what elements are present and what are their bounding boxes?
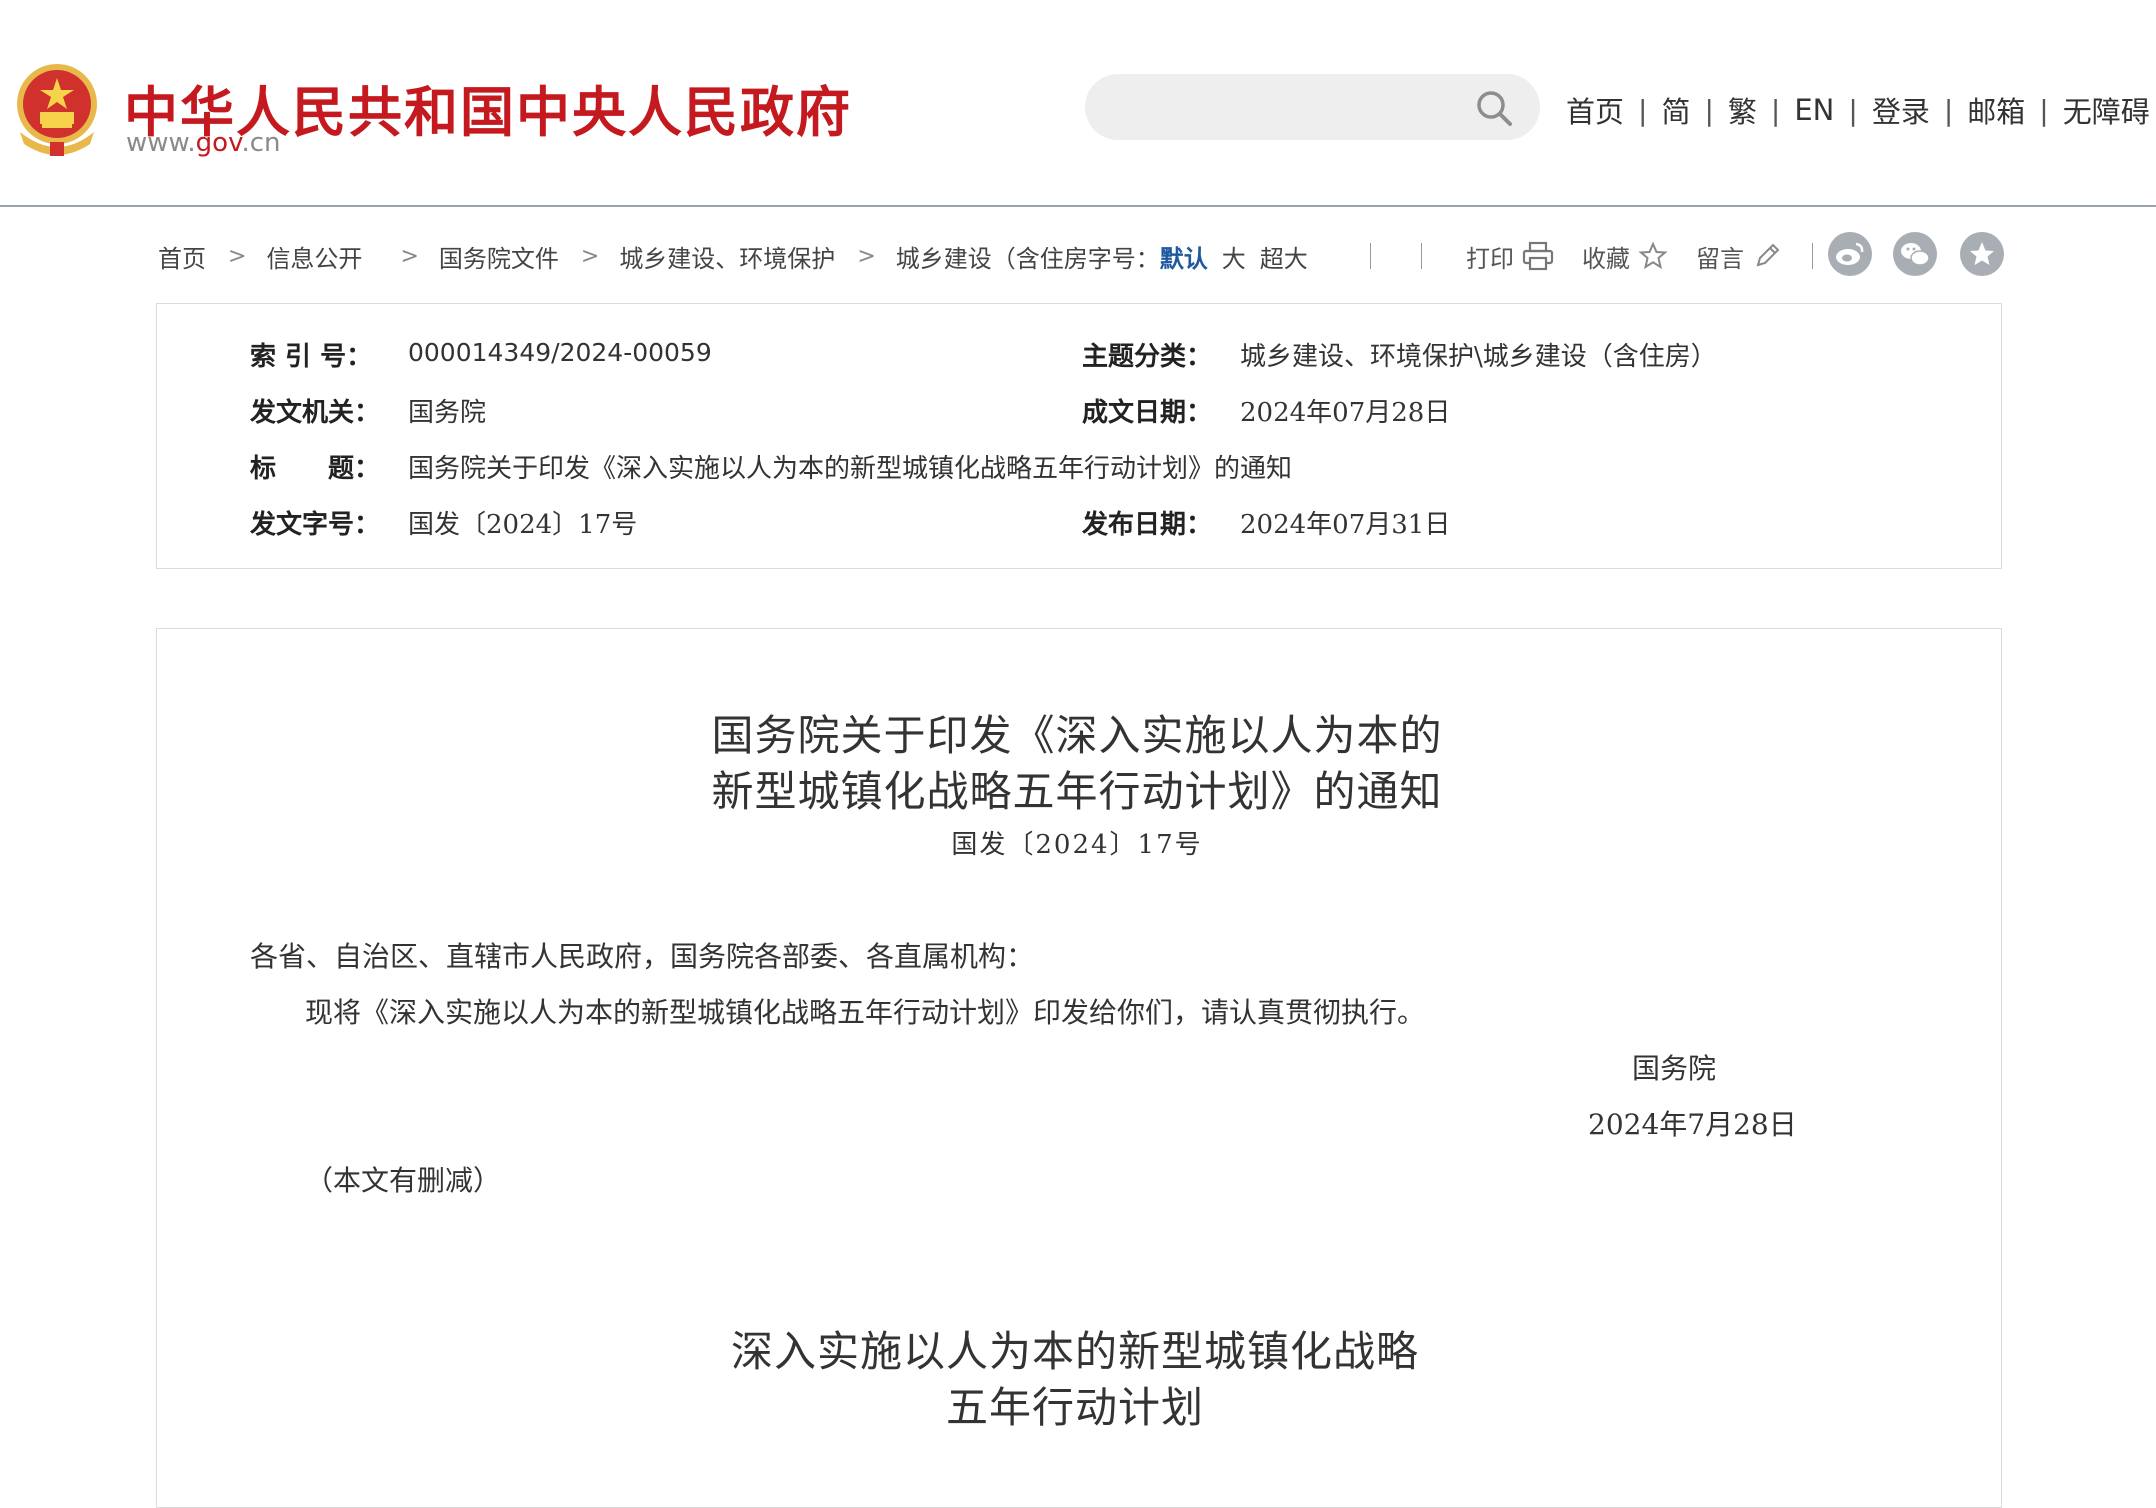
comment-button[interactable]: 留言 [1696,239,1782,274]
nav-home[interactable]: 首页 [1566,89,1624,131]
url-prefix: www. [126,128,196,158]
chevron-right-icon: > [580,243,600,269]
written-date-label: 成文日期： [1082,398,1213,428]
nav-separator: | [1638,93,1648,127]
signature-date: 2024年7月28日 [1588,1108,1797,1141]
url-suffix: .cn [241,128,281,158]
article-title-line-2: 新型城镇化战略五年行动计划》的通知 [711,767,1443,816]
favorite-label: 收藏 [1582,244,1630,273]
title-value: 国务院关于印发《深入实施以人为本的新型城镇化战略五年行动计划》的通知 [408,454,1293,484]
tools-divider [1421,243,1422,269]
nav-accessibility[interactable]: 无障碍 [2063,89,2150,131]
issuer-value: 国务院 [408,398,487,428]
chevron-right-icon: > [857,243,876,269]
search-box[interactable] [1085,74,1540,140]
font-size-xlarge[interactable]: 超大 [1260,239,1308,274]
site-header: 中华人民共和国中央人民政府 www.gov.cn 首页 | 简 | 繁 | EN… [0,0,2156,207]
signature: 国务院 [1632,1052,1717,1085]
nav-mail[interactable]: 邮箱 [1967,89,2025,131]
weibo-icon[interactable] [1828,232,1872,276]
nav-separator: | [2039,93,2049,127]
doc-number-value: 国发〔2024〕17号 [408,510,638,540]
chevron-right-icon: > [400,243,419,269]
comment-label: 留言 [1696,244,1744,273]
tools-divider [1812,243,1813,269]
nav-separator: | [1848,93,1858,127]
nav-simplified[interactable]: 简 [1661,89,1690,131]
font-size-large[interactable]: 大 [1222,239,1246,274]
issuer-label: 发文机关： [250,398,381,428]
deletion-note: （本文有删减） [305,1164,502,1197]
plan-title-line-1: 深入实施以人为本的新型城镇化战略 [730,1327,1419,1376]
breadcrumb: 首页 > 信息公开 > 国务院文件 > 城乡建设、环境保护 > 城乡建设（含住房… [158,238,1308,274]
font-size-switcher: 字号： 默认 大 超大 [1088,239,1308,274]
favorite-star-icon[interactable] [1960,232,2004,276]
nav-traditional[interactable]: 繁 [1728,89,1757,131]
breadcrumb-state-council-docs[interactable]: 国务院文件 [439,239,559,274]
body-paragraph: 现将《深入实施以人为本的新型城镇化战略五年行动计划》印发给你们，请认真贯彻执行。 [305,996,1426,1029]
font-size-default[interactable]: 默认 [1160,239,1208,274]
breadcrumb-home[interactable]: 首页 [158,239,206,274]
header-divider [0,205,2156,207]
index-label: 索 引 号： [250,342,373,372]
nav-separator: | [1943,93,1954,127]
breadcrumb-urban-environment[interactable]: 城乡建设、环境保护 [619,239,835,274]
print-button[interactable]: 打印 [1466,239,1554,274]
topic-label: 主题分类： [1082,342,1213,372]
article-title-line-1: 国务院关于印发《深入实施以人为本的 [711,711,1443,760]
print-label: 打印 [1466,244,1514,273]
nav-login[interactable]: 登录 [1872,89,1930,131]
written-date-value: 2024年07月28日 [1240,398,1451,428]
publish-date-value: 2024年07月31日 [1240,510,1451,540]
national-emblem-logo[interactable] [12,62,102,160]
star-outline-icon [1638,241,1668,270]
url-highlight: gov [195,128,242,158]
font-size-label: 字号： [1087,244,1160,273]
nav-english[interactable]: EN [1794,93,1834,127]
breadcrumb-urban-construction[interactable]: 城乡建设（含住房 [896,239,1088,274]
nav-separator: | [1770,93,1781,127]
breadcrumb-info-public[interactable]: 信息公开 [266,239,362,274]
favorite-button[interactable]: 收藏 [1582,239,1668,274]
chevron-right-icon: > [228,243,247,269]
doc-number-label: 发文字号： [250,510,381,540]
printer-icon [1522,241,1554,271]
topic-value: 城乡建设、环境保护\城乡建设（含住房） [1240,342,1717,372]
article-tools: 打印 收藏 留言 [1370,236,1813,276]
wechat-icon[interactable] [1893,232,1937,276]
top-nav: 首页 | 简 | 繁 | EN | 登录 | 邮箱 | 无障碍 [1566,90,2150,130]
publish-date-label: 发布日期： [1082,510,1213,540]
plan-title-line-2: 五年行动计划 [945,1383,1204,1432]
index-value: 000014349/2024-00059 [408,338,712,367]
article-doc-number: 国发〔2024〕17号 [951,830,1203,860]
pencil-icon [1756,243,1780,267]
search-input[interactable] [1113,84,1457,132]
search-icon[interactable] [1474,88,1514,128]
salutation: 各省、自治区、直辖市人民政府，国务院各部委、各直属机构： [250,940,1035,973]
tools-divider [1370,243,1371,269]
title-label: 标 题： [250,454,381,484]
nav-separator: | [1704,93,1714,127]
site-url: www.gov.cn [126,128,281,158]
